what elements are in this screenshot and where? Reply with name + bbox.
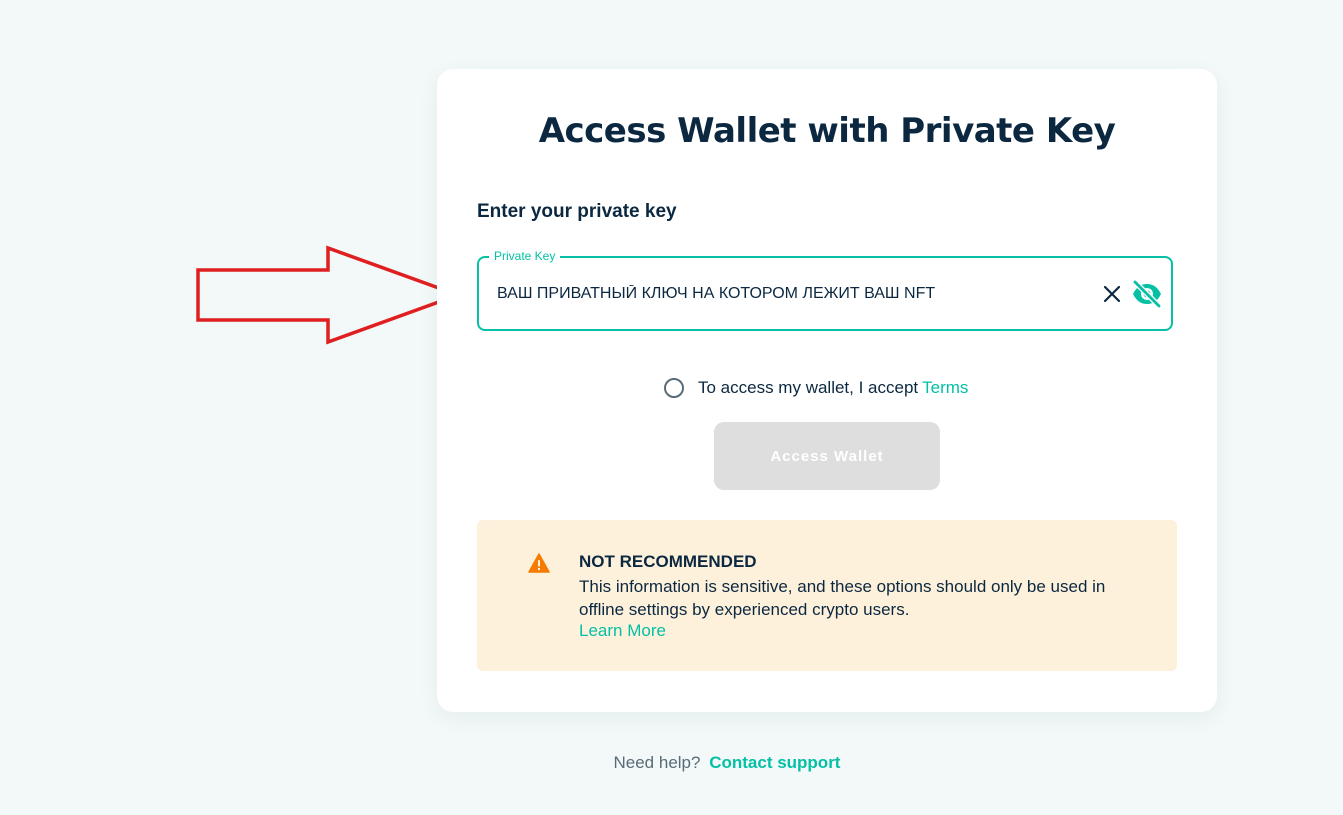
help-text: Need help? [613, 753, 701, 772]
terms-checkbox[interactable] [664, 378, 684, 398]
close-icon[interactable] [1101, 283, 1123, 305]
terms-row: To access my wallet, I accept Terms [664, 375, 968, 401]
access-wallet-card: Access Wallet with Private Key Enter you… [437, 69, 1217, 712]
help-footer: Need help? Contact support [0, 753, 1343, 773]
learn-more-link[interactable]: Learn More [579, 621, 666, 641]
page: Access Wallet with Private Key Enter you… [0, 0, 1343, 815]
terms-text: To access my wallet, I accept [698, 378, 919, 397]
private-key-label: Enter your private key [477, 201, 677, 222]
arrow-right-icon [196, 245, 464, 345]
private-key-input[interactable] [497, 280, 1087, 308]
private-key-legend: Private Key [489, 249, 561, 263]
terms-link[interactable]: Terms [922, 378, 968, 398]
warning-box: NOT RECOMMENDED This information is sens… [477, 520, 1177, 671]
eye-off-icon[interactable] [1131, 278, 1163, 310]
warning-text: This information is sensitive, and these… [579, 577, 1106, 619]
page-title: Access Wallet with Private Key [538, 111, 1116, 151]
contact-support-link[interactable]: Contact support [709, 753, 840, 772]
private-key-field: Private Key [477, 249, 1173, 331]
warning-title: NOT RECOMMENDED [579, 552, 757, 571]
access-wallet-button[interactable]: Access Wallet [714, 422, 940, 490]
warning-icon [528, 553, 550, 573]
